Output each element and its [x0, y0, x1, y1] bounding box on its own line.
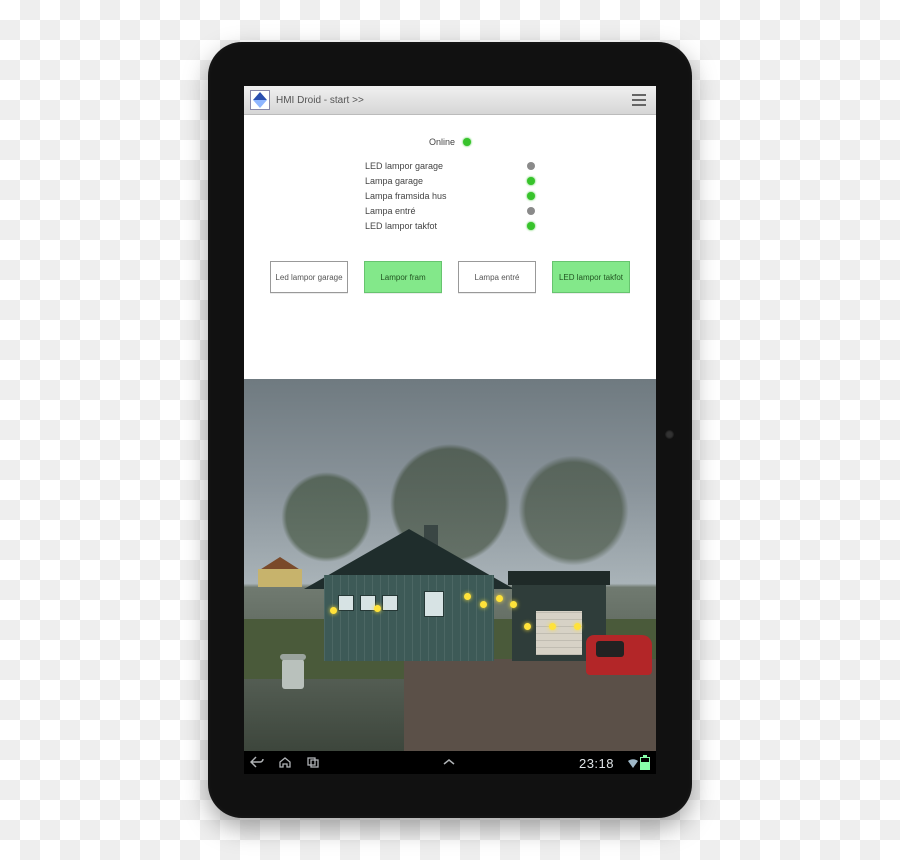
house-image — [244, 379, 656, 751]
control-button[interactable]: Lampa entré — [458, 261, 536, 293]
status-indicator-icon — [527, 162, 535, 170]
status-row: LED lampor garage — [365, 161, 535, 171]
android-navbar: 23:18 — [244, 751, 656, 774]
clock: 23:18 — [579, 756, 614, 771]
tablet-frame: HMI Droid - start >> Online LED lampor g… — [208, 42, 692, 818]
status-row: Lampa framsida hus — [365, 191, 535, 201]
expand-up-icon[interactable] — [442, 757, 456, 770]
status-label: Lampa garage — [365, 176, 527, 186]
home-icon[interactable] — [278, 756, 292, 771]
status-row: Lampa garage — [365, 176, 535, 186]
online-indicator-icon — [463, 138, 471, 146]
online-label: Online — [429, 137, 455, 147]
status-tray — [628, 757, 650, 770]
control-button[interactable]: Led lampor garage — [270, 261, 348, 293]
back-icon[interactable] — [250, 756, 264, 771]
battery-icon — [640, 757, 650, 770]
control-button[interactable]: Lampor fram — [364, 261, 442, 293]
online-status: Online — [429, 137, 471, 147]
status-indicator-icon — [527, 192, 535, 200]
app-logo-icon — [250, 90, 270, 110]
recent-apps-icon[interactable] — [306, 756, 320, 771]
status-indicator-icon — [527, 177, 535, 185]
control-panel: Online LED lampor garage Lampa garage Lamp… — [244, 115, 656, 379]
status-indicator-icon — [527, 222, 535, 230]
wifi-icon — [628, 758, 638, 769]
status-indicator-icon — [527, 207, 535, 215]
button-row: Led lampor garage Lampor fram Lampa entré L… — [270, 261, 630, 293]
tablet-screen: HMI Droid - start >> Online LED lampor g… — [244, 86, 656, 774]
menu-icon[interactable] — [628, 90, 650, 110]
status-label: LED lampor garage — [365, 161, 527, 171]
page-background: HMI Droid - start >> Online LED lampor g… — [0, 0, 900, 860]
status-label: LED lampor takfot — [365, 221, 527, 231]
status-row: LED lampor takfot — [365, 221, 535, 231]
status-label: Lampa framsida hus — [365, 191, 527, 201]
status-row: Lampa entré — [365, 206, 535, 216]
status-label: Lampa entré — [365, 206, 527, 216]
control-button[interactable]: LED lampor takfot — [552, 261, 630, 293]
status-list: LED lampor garage Lampa garage Lampa frams… — [365, 161, 535, 231]
app-titlebar: HMI Droid - start >> — [244, 86, 656, 115]
tablet-camera — [665, 430, 674, 439]
app-title: HMI Droid - start >> — [276, 95, 364, 106]
